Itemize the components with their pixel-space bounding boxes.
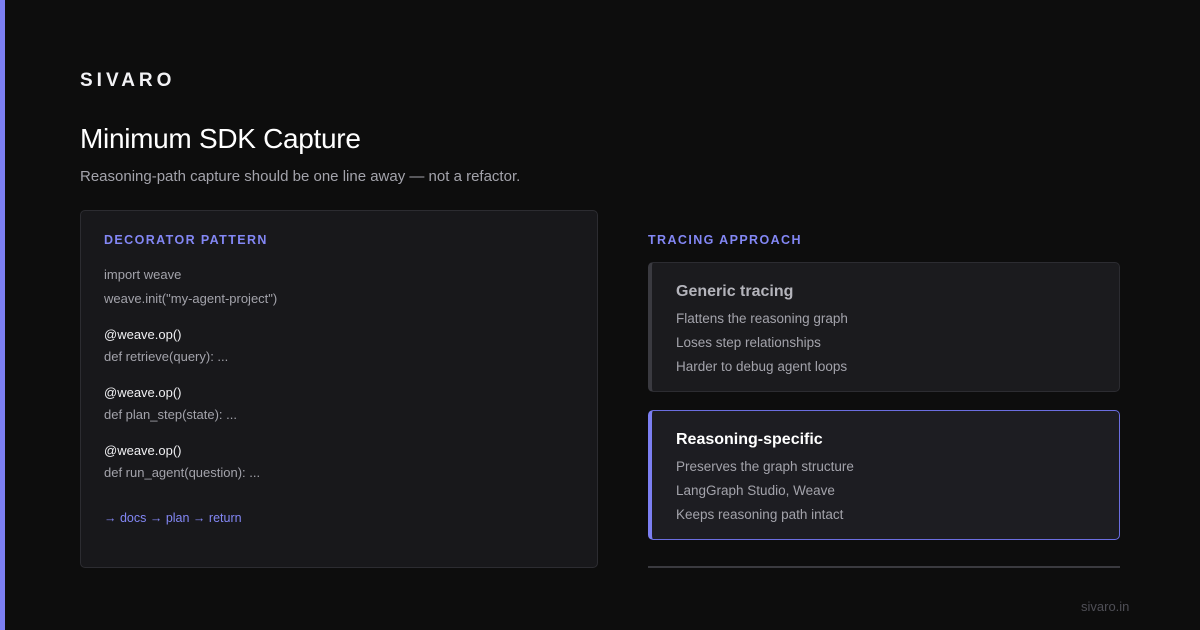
card-item: Loses step relationships [676,335,821,350]
card-item: Harder to debug agent loops [676,359,848,374]
card-title: Generic tracing [676,283,794,300]
page-subtitle: Reasoning-path capture should be one lin… [80,168,521,185]
card-item: Keeps reasoning path intact [676,507,844,522]
tracing-heading: TRACING APPROACH [648,233,802,247]
card-generic-tracing: Generic tracing Flattens the reasoning g… [648,262,1120,392]
divider [648,566,1120,568]
code-line-def-plan-step: def plan_step(state): ... [104,407,237,422]
card-item: Flattens the reasoning graph [676,311,848,326]
card-title: Reasoning-specific [676,431,823,448]
code-line-decorator: @weave.op() [104,443,182,458]
code-panel: DECORATOR PATTERN import weave weave.ini… [80,210,598,568]
code-panel-heading: DECORATOR PATTERN [104,233,268,247]
code-line-import: import weave [104,267,182,282]
footer-url: sivaro.in [1081,599,1130,614]
code-line-init: weave.init("my-agent-project") [104,291,278,306]
flow-annotation: → docs → plan → return [104,511,242,525]
code-line-decorator: @weave.op() [104,327,182,342]
code-line-def-retrieve: def retrieve(query): ... [104,349,229,364]
card-item: Preserves the graph structure [676,459,854,474]
page-title: Minimum SDK Capture [80,123,361,154]
card-reasoning-specific: Reasoning-specific Preserves the graph s… [648,410,1120,540]
code-line-decorator: @weave.op() [104,385,182,400]
left-accent-bar [0,0,5,630]
brand-logo: SIVARO [80,70,176,91]
card-item: LangGraph Studio, Weave [676,483,835,498]
code-line-def-run-agent: def run_agent(question): ... [104,465,261,480]
